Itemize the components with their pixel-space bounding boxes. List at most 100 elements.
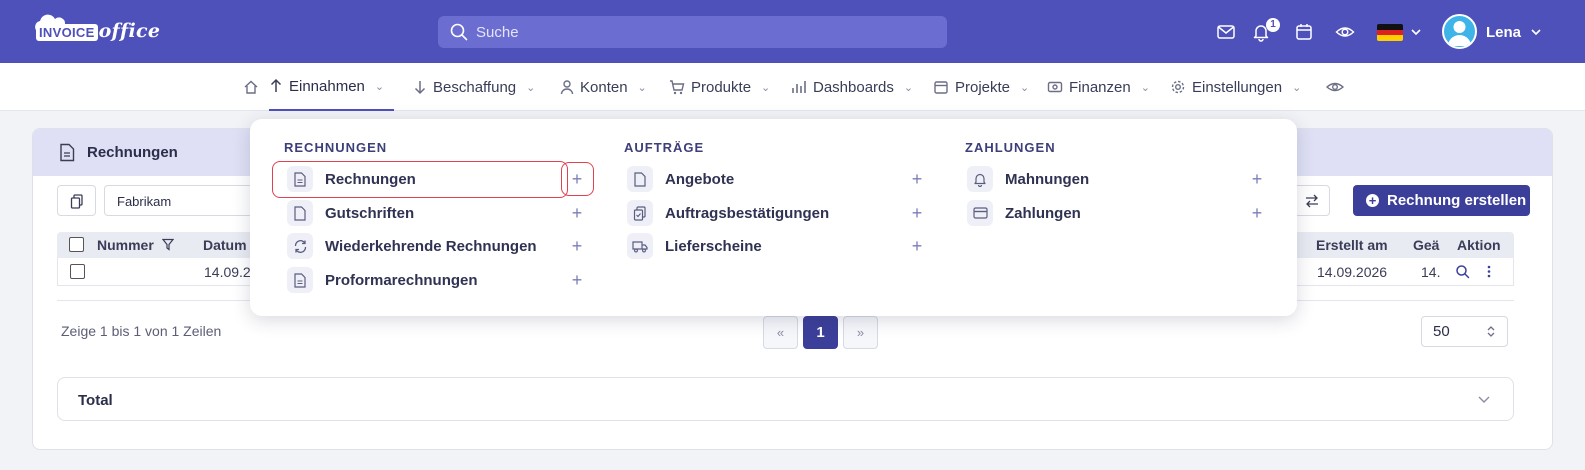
nav-einstellungen[interactable]: Einstellungen ⌄ (1170, 63, 1301, 111)
more-vertical-icon[interactable] (1486, 264, 1492, 279)
document-icon (287, 200, 313, 226)
add-proforma-plus-icon[interactable]: + (566, 269, 588, 291)
nav-konten[interactable]: Konten ⌄ (560, 63, 647, 111)
menu-label: Wiederkehrende Rechnungen (325, 237, 537, 255)
menu-item-mahnungen[interactable]: Mahnungen (967, 165, 1089, 193)
row-checkbox[interactable] (70, 264, 85, 279)
menu-item-auftragsbestaetigungen[interactable]: Auftragsbestätigungen (627, 199, 829, 227)
search-bar[interactable] (438, 16, 947, 48)
filter-icon[interactable] (162, 238, 174, 251)
menu-item-angebote[interactable]: Angebote (627, 165, 734, 193)
nav-dashboards[interactable]: Dashboards ⌄ (791, 63, 913, 111)
copy-button[interactable] (57, 185, 96, 216)
nav-home[interactable] (243, 63, 259, 111)
german-flag-icon[interactable] (1377, 24, 1403, 41)
add-gutschrift-plus-icon[interactable]: + (566, 202, 588, 224)
einnahmen-dropdown: RECHNUNGEN Rechnungen + Gutschriften + W… (250, 119, 1297, 316)
swap-arrows-icon (1306, 194, 1318, 208)
arrow-up-icon (270, 78, 282, 92)
nav-beschaffung[interactable]: Beschaffung ⌄ (413, 63, 535, 111)
column-number[interactable]: Nummer (97, 237, 154, 253)
nav-view[interactable] (1326, 63, 1344, 111)
create-invoice-label: Rechnung erstellen (1387, 192, 1527, 209)
user-name[interactable]: Lena (1486, 24, 1521, 41)
menu-label: Zahlungen (1005, 204, 1081, 222)
arrow-down-icon (414, 81, 426, 95)
column-changed[interactable]: Geä (1413, 237, 1439, 253)
search-icon[interactable] (1455, 264, 1470, 279)
cell-changed: 14. (1421, 264, 1441, 280)
nav-label-projekte: Projekte (955, 78, 1011, 96)
chevron-down-icon: ⌄ (1020, 81, 1030, 94)
nav-label-finanzen: Finanzen (1069, 78, 1131, 96)
nav-einnahmen[interactable]: Einnahmen ⌄ (269, 63, 395, 111)
menu-item-proformarechnungen[interactable]: Proformarechnungen (287, 266, 478, 294)
nav-produkte[interactable]: Produkte ⌄ (669, 63, 770, 111)
pagination-prev[interactable]: « (763, 316, 798, 349)
page-size-value: 50 (1433, 323, 1450, 340)
plus-circle-icon: + (1366, 194, 1379, 207)
calendar-icon[interactable] (1294, 22, 1314, 42)
nav-label-dashboards: Dashboards (813, 78, 894, 96)
page-size-select[interactable]: 50 (1421, 316, 1508, 347)
pagination-next[interactable]: » (843, 316, 878, 349)
cell-created: 14.09.2026 (1317, 264, 1388, 280)
document-icon (627, 166, 653, 192)
highlight-rechnungen (272, 161, 568, 198)
section-title-auftraege: AUFTRÄGE (624, 140, 705, 155)
refresh-icon (287, 233, 313, 259)
filter-value: Fabrikam (117, 194, 172, 209)
top-bar: INVOICEoffice 1 Lena (0, 0, 1585, 63)
mail-icon[interactable] (1216, 22, 1236, 42)
bell-icon (967, 166, 993, 192)
add-auftragsbestaetigung-plus-icon[interactable]: + (906, 202, 928, 224)
menu-item-wiederkehrende-rechnungen[interactable]: Wiederkehrende Rechnungen (287, 232, 537, 260)
menu-item-gutschriften[interactable]: Gutschriften (287, 199, 414, 227)
add-mahnung-plus-icon[interactable]: + (1246, 168, 1268, 190)
menu-item-zahlungen[interactable]: Zahlungen (967, 199, 1081, 227)
menu-label: Auftragsbestätigungen (665, 204, 830, 222)
column-date[interactable]: Datum (203, 237, 247, 253)
select-all-checkbox[interactable] (69, 237, 84, 252)
search-input[interactable] (476, 16, 916, 48)
menu-item-lieferscheine[interactable]: Lieferscheine (627, 232, 762, 260)
highlight-add-rechnung (561, 162, 594, 196)
chevron-down-icon[interactable] (1477, 394, 1491, 404)
nav-label-einstellungen: Einstellungen (1192, 78, 1283, 96)
calendar-icon (934, 81, 948, 94)
column-action: Aktion (1457, 237, 1501, 253)
chevron-down-icon: ⌄ (526, 81, 536, 94)
logo-office-text: office (98, 20, 161, 42)
invoice-document-icon (287, 267, 313, 293)
avatar[interactable] (1442, 14, 1477, 49)
add-zahlung-plus-icon[interactable]: + (1246, 202, 1268, 224)
home-icon (244, 80, 258, 94)
add-lieferschein-plus-icon[interactable]: + (906, 235, 928, 257)
nav-projekte[interactable]: Projekte ⌄ (933, 63, 1029, 111)
eye-icon[interactable] (1335, 22, 1355, 42)
add-angebot-plus-icon[interactable]: + (906, 168, 928, 190)
eye-icon (1326, 82, 1344, 92)
wallet-icon (1047, 81, 1063, 93)
chevron-down-icon: ⌄ (903, 81, 914, 94)
create-invoice-button[interactable]: + Rechnung erstellen (1353, 185, 1530, 216)
total-panel[interactable]: Total (57, 377, 1514, 421)
invoiceoffice-logo[interactable]: INVOICE office (32, 14, 177, 50)
cart-icon (670, 80, 685, 95)
column-created[interactable]: Erstellt am (1316, 237, 1388, 253)
document-icon (60, 143, 75, 162)
menu-label: Gutschriften (325, 204, 415, 222)
nav-finanzen[interactable]: Finanzen ⌄ (1047, 63, 1150, 111)
swap-button[interactable] (1292, 185, 1330, 216)
search-icon (450, 23, 468, 41)
menu-label: Lieferscheine (665, 237, 762, 255)
person-icon (560, 80, 574, 95)
filter-select[interactable]: Fabrikam (104, 185, 264, 216)
chevron-down-icon: ⌄ (637, 81, 647, 94)
pagination-info: Zeige 1 bis 1 von 1 Zeilen (61, 323, 222, 339)
chevron-down-icon[interactable] (1410, 27, 1422, 37)
notification-badge: 1 (1266, 18, 1280, 32)
add-wiederkehrend-plus-icon[interactable]: + (566, 235, 588, 257)
chevron-down-icon[interactable] (1530, 27, 1542, 37)
pagination-page-1[interactable]: 1 (803, 316, 838, 349)
